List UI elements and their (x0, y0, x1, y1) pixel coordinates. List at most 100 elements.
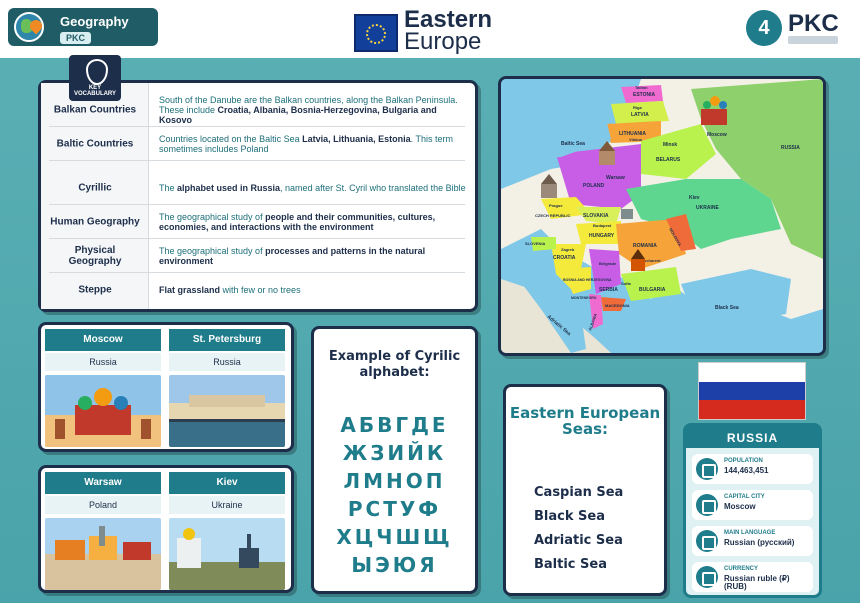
cyrillic-letters: АБВГДЕ ЖЗИЙК ЛМНОП РСТУФ ХЦЧШЩ ЫЭЮЯ (314, 411, 475, 579)
sea-item: Baltic Sea (534, 557, 607, 572)
fact-label: CAPITAL CITY (724, 494, 765, 500)
subject-title: Geography (60, 14, 129, 29)
map-label-warsaw: Warsaw (606, 175, 625, 181)
logo-text: PKC (788, 10, 839, 37)
fact-value: 144,463,451 (724, 466, 769, 475)
vocab-row: Balkan Countries South of the Danube are … (41, 93, 471, 127)
vocab-term: Steppe (78, 284, 112, 296)
speech-icon (696, 530, 718, 552)
kiev-photo (169, 518, 285, 590)
map-label-latvia: LATVIA (631, 112, 649, 118)
map-label-slovenia: SLOVENIA (525, 241, 546, 246)
vocab-term: Balkan Countries (53, 104, 137, 116)
fact-currency: CURRENCY Russian ruble (₽) (RUB) (692, 562, 813, 592)
definition-text: The (159, 183, 178, 193)
map-label-moscow: Moscow (707, 132, 727, 138)
map-label-kiev: Kiev (689, 195, 700, 201)
fact-label: POPULATION (724, 458, 763, 464)
vocab-term: Human Geography (50, 216, 140, 228)
map-label-sofia: Sofia (621, 281, 632, 286)
vocab-definition: The geographical study of processes and … (159, 246, 467, 266)
city-name: Moscow (45, 329, 161, 351)
city-card-warsaw: Warsaw Poland (45, 472, 161, 590)
people-icon (696, 458, 718, 480)
seas-heading: Eastern European Seas: (509, 404, 661, 438)
map-label-minsk: Minsk (663, 142, 677, 148)
map-label-belarus: BELARUS (656, 157, 681, 163)
fact-value: Russian ruble (₽) (RUB) (724, 574, 790, 591)
key-vocabulary-card: KEY VOCABULARY Balkan Countries South of … (38, 55, 478, 312)
definition-emphasis: Flat grassland (159, 285, 221, 295)
stage-label: PKC (60, 32, 92, 44)
map-label-russia: RUSSIA (781, 145, 800, 151)
statue-icon (621, 209, 633, 219)
map-label-montenegro: MONTENEGRO (571, 296, 597, 300)
flag-stripe-red (699, 400, 805, 419)
map-label-vilnius: Vilnius (629, 137, 643, 142)
city-country: Russia (169, 353, 285, 371)
fact-capital: CAPITAL CITY Moscow (692, 490, 813, 520)
map-label-macedonia: MACEDONIA (605, 303, 630, 308)
cyrillic-row: РСТУФ (347, 497, 442, 521)
map-label-romania: ROMANIA (633, 243, 657, 249)
vocab-term: Baltic Countries (56, 138, 134, 150)
definition-emphasis: alphabet used in Russia (177, 183, 281, 193)
city-country: Russia (45, 353, 161, 371)
vocab-row: Physical Geography The geographical study… (41, 239, 471, 273)
divider (49, 160, 465, 161)
definition-text: with few or no trees (220, 285, 301, 295)
russia-title: RUSSIA (686, 426, 819, 448)
map-label-bulgaria: BULGARIA (639, 287, 666, 293)
vocab-definition: The geographical study of people and the… (159, 212, 467, 232)
flag-stripe-white (699, 363, 805, 382)
definition-text: Countries located on the Baltic Sea (159, 134, 303, 144)
map-label-budapest: Budapest (593, 223, 612, 228)
sea-item: Caspian Sea (534, 485, 624, 500)
vocab-row: Cyrillic The alphabet used in Russia, nam… (41, 171, 471, 205)
city-card-moscow: Moscow Russia (45, 329, 161, 447)
russia-flag-icon (698, 362, 806, 420)
coins-icon (696, 566, 718, 588)
vocab-term: Cyrillic (78, 182, 112, 194)
city-name: Warsaw (45, 472, 161, 494)
city-name: St. Petersburg (169, 329, 285, 351)
subject-pill: Geography PKC (8, 8, 158, 46)
cyrillic-card: Example of Cyrilic alphabet: АБВГДЕ ЖЗИЙ… (311, 326, 478, 594)
warsaw-photo (45, 518, 161, 590)
pin-icon (696, 494, 718, 516)
city-cards-poland-ukraine: Warsaw Poland Kiev Ukraine (38, 465, 294, 593)
eastern-europe-map: ESTONIA LATVIA LITHUANIA BELARUS POLAND … (498, 76, 826, 356)
map-label-poland: POLAND (583, 183, 605, 189)
city-cards-russia: Moscow Russia St. Petersburg Russia (38, 322, 294, 452)
pkc-logo: 4 PKC (746, 8, 846, 48)
map-label-slovakia: SLOVAKIA (583, 213, 609, 219)
map-label-belgrade: Belgrade (599, 261, 617, 266)
map-label-czech: CZECH REPUBLIC (535, 213, 570, 218)
vocab-row: Baltic Countries Countries located on the… (41, 127, 471, 161)
map-label-zagreb: Zagreb (561, 247, 575, 252)
sea-item: Adriatic Sea (534, 533, 623, 548)
map-label-prague: Prague (549, 203, 563, 208)
vocab-definition: South of the Danube are the Balkan count… (159, 95, 467, 125)
definition-text: The geographical study of (159, 212, 266, 222)
map-label-tallinn: Tallinn (635, 85, 648, 90)
russia-facts-card: RUSSIA POPULATION 144,463,451 CAPITAL CI… (683, 423, 822, 598)
city-country: Ukraine (169, 496, 285, 514)
map-label-serbia: SERBIA (599, 287, 618, 293)
vocab-row: Steppe Flat grassland with few or no tree… (41, 273, 471, 307)
map-svg: ESTONIA LATVIA LITHUANIA BELARUS POLAND … (501, 79, 823, 353)
city-country: Poland (45, 496, 161, 514)
map-label-bosnia: BOSNIA AND HERZEGOVINA (563, 278, 612, 282)
eu-flag-icon (354, 14, 398, 52)
vocab-definition: The alphabet used in Russia, named after… (159, 183, 467, 193)
vocab-term: Physical Geography (68, 245, 122, 267)
map-label-black-sea: Black Sea (715, 305, 739, 311)
fact-value: Moscow (724, 502, 756, 511)
map-label-baltic-sea: Baltic Sea (561, 141, 585, 147)
definition-text: The geographical study of (159, 246, 266, 256)
map-label-hungary: HUNGARY (589, 233, 615, 239)
cyrillic-row: АБВГДЕ (340, 413, 449, 437)
page-title: Eastern Europe (354, 6, 534, 55)
logo-number: 4 (746, 10, 782, 46)
seas-card: Eastern European Seas: Caspian Sea Black… (503, 384, 667, 596)
